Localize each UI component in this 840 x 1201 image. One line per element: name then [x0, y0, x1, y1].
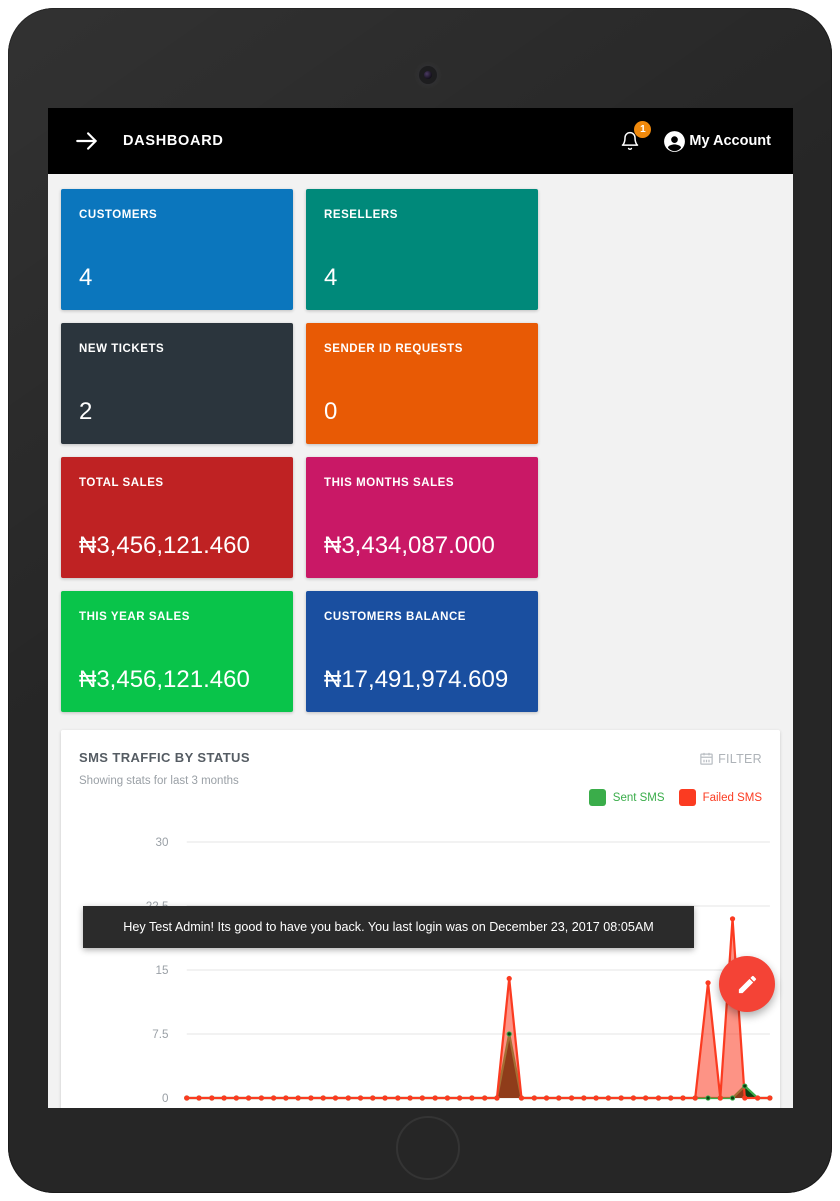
app-screen: DASHBOARD 1 My Account CUSTOMERS 4 RESEL… — [48, 108, 793, 1108]
tile-value: ₦3,434,087.000 — [324, 532, 495, 559]
stat-tile-new-tickets[interactable]: NEW TICKETS 2 — [61, 323, 293, 444]
account-label: My Account — [689, 133, 771, 149]
stat-tile-customers[interactable]: CUSTOMERS 4 — [61, 189, 293, 310]
svg-text:15: 15 — [156, 965, 169, 977]
pencil-icon — [736, 973, 759, 996]
top-app-bar: DASHBOARD 1 My Account — [48, 108, 793, 174]
legend-label: Failed SMS — [702, 791, 762, 804]
tile-value: 0 — [324, 398, 338, 425]
notifications-button[interactable]: 1 — [620, 121, 652, 154]
home-button[interactable] — [396, 1116, 460, 1180]
account-circle-icon — [662, 129, 687, 154]
arrow-right-icon[interactable] — [74, 128, 100, 154]
stat-tile-sender-id-requests[interactable]: SENDER ID REQUESTS 0 — [306, 323, 538, 444]
tile-value: ₦3,456,121.460 — [79, 532, 250, 559]
tile-value: 4 — [79, 264, 93, 291]
chart-title: SMS TRAFFIC BY STATUS — [79, 750, 250, 765]
stat-tiles: CUSTOMERS 4 RESELLERS 4 NEW TICKETS 2 SE… — [48, 174, 793, 712]
svg-text:7.5: 7.5 — [152, 1029, 168, 1041]
filter-button[interactable]: FILTER — [699, 751, 762, 766]
chart-legend: Sent SMS Failed SMS — [588, 789, 762, 806]
notification-badge: 1 — [634, 121, 652, 138]
legend-item-sent-sms[interactable]: Sent SMS — [588, 789, 665, 806]
calendar-icon — [699, 751, 714, 766]
tile-label: NEW TICKETS — [79, 343, 165, 355]
tile-label: CUSTOMERS BALANCE — [324, 611, 467, 623]
tile-label: THIS YEAR SALES — [79, 611, 190, 623]
svg-text:30: 30 — [156, 837, 169, 849]
filter-label: FILTER — [718, 751, 762, 766]
tile-label: TOTAL SALES — [79, 477, 164, 489]
tile-label: SENDER ID REQUESTS — [324, 343, 463, 355]
app-bar-actions: 1 My Account — [620, 121, 771, 154]
chart-svg: 07.51522.5302017-12-22 — [146, 837, 773, 1105]
front-camera — [419, 66, 437, 84]
my-account-button[interactable]: My Account — [662, 129, 771, 154]
welcome-toast: Hey Test Admin! Its good to have you bac… — [83, 906, 694, 948]
tile-value: ₦17,491,974.609 — [324, 666, 509, 693]
compose-fab-button[interactable] — [719, 956, 775, 1012]
stat-tile-total-sales[interactable]: TOTAL SALES ₦3,456,121.460 — [61, 457, 293, 578]
legend-label: Sent SMS — [612, 791, 665, 804]
stat-tile-customers-balance[interactable]: CUSTOMERS BALANCE ₦17,491,974.609 — [306, 591, 538, 712]
svg-text:0: 0 — [162, 1093, 168, 1105]
legend-swatch-sent — [588, 789, 606, 806]
tile-value: ₦3,456,121.460 — [79, 666, 250, 693]
tile-value: 2 — [79, 398, 93, 425]
tablet-device-frame: DASHBOARD 1 My Account CUSTOMERS 4 RESEL… — [8, 8, 832, 1193]
legend-swatch-failed — [678, 789, 696, 806]
stat-tile-this-months-sales[interactable]: THIS MONTHS SALES ₦3,434,087.000 — [306, 457, 538, 578]
tile-value: 4 — [324, 264, 338, 291]
tile-label: CUSTOMERS — [79, 209, 158, 221]
chart-plot-area[interactable]: 07.51522.5302017-12-22 — [61, 826, 780, 1108]
page-title: DASHBOARD — [123, 133, 224, 149]
chart-subtitle: Showing stats for last 3 months — [79, 775, 239, 787]
tile-label: RESELLERS — [324, 209, 398, 221]
stat-tile-this-year-sales[interactable]: THIS YEAR SALES ₦3,456,121.460 — [61, 591, 293, 712]
tile-label: THIS MONTHS SALES — [324, 477, 455, 489]
stat-tile-resellers[interactable]: RESELLERS 4 — [306, 189, 538, 310]
legend-item-failed-sms[interactable]: Failed SMS — [678, 789, 762, 806]
